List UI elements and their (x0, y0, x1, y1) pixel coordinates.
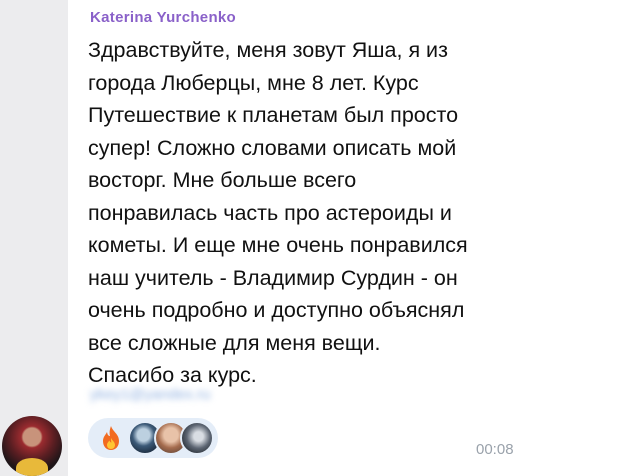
avatar-shirt (16, 458, 48, 476)
reactor-avatar-3 (180, 421, 214, 455)
message-text: Здравствуйте, меня зовут Яша, я из город… (88, 38, 468, 387)
blurred-email: ykey1@yandex.ru (90, 386, 211, 403)
sender-name[interactable]: Katerina Yurchenko (90, 9, 236, 26)
reaction-pill[interactable] (88, 418, 218, 458)
fire-icon (103, 426, 119, 450)
message-time: 00:08 (476, 441, 514, 458)
sender-avatar[interactable] (2, 416, 62, 476)
